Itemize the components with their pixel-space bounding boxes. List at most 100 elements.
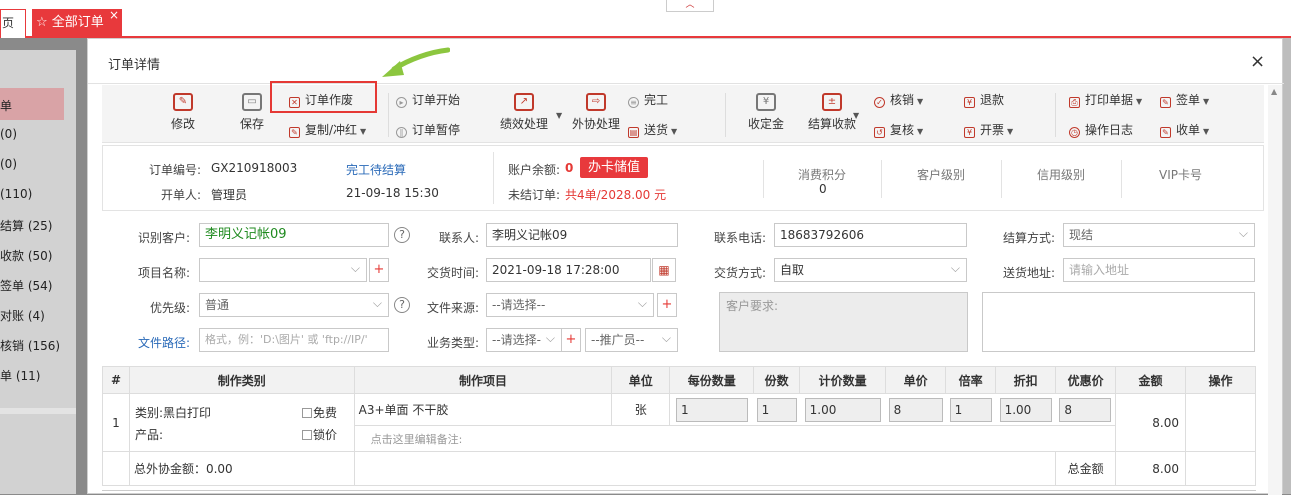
sidebar-item[interactable]: 对账 (4) — [0, 307, 45, 324]
calc-qty-input[interactable]: 1.00 — [804, 397, 881, 422]
outsource-button[interactable]: ⇨ 外协处理 — [566, 93, 626, 132]
recheck-button[interactable]: ↺ 复核 ▼ — [874, 121, 923, 138]
close-icon[interactable]: × — [1250, 51, 1265, 72]
discount-cell[interactable]: 1.00 — [995, 393, 1056, 426]
address-label: 送货地址: — [1003, 266, 1056, 280]
sidebar-item[interactable]: 核销 (156) — [0, 337, 60, 354]
add-source-button[interactable]: + — [657, 293, 677, 317]
delivery-time-input[interactable]: 2021-09-18 17:28:00 — [486, 258, 651, 282]
item-cell[interactable]: A3+单面 不干胶 — [353, 393, 613, 426]
lock-price-label: 锁价 — [312, 428, 337, 442]
action-cell[interactable] — [1185, 393, 1256, 452]
sidebar-item[interactable]: 收款 (50) — [0, 247, 52, 264]
project-select[interactable] — [199, 258, 367, 282]
scrollbar[interactable]: ▲ — [1268, 85, 1282, 495]
per-qty-input[interactable]: 1 — [675, 397, 748, 422]
collapse-up-icon[interactable]: ︿ — [666, 0, 714, 12]
sidebar-item[interactable]: 单 — [0, 97, 12, 114]
card-recharge-button[interactable]: 办卡储值 — [580, 157, 649, 178]
settle-dropdown[interactable]: ▼ — [850, 107, 859, 121]
sidebar-item[interactable]: (0) — [0, 157, 17, 171]
refund-button[interactable]: ¥ 退款 — [964, 91, 1004, 108]
file-path-input[interactable]: 格式，例：'D:\图片' 或 'ftp://IP/' — [199, 328, 389, 352]
modify-button[interactable]: ✎ 修改 — [163, 93, 203, 132]
copies-input[interactable]: 1 — [756, 397, 797, 422]
contact-input[interactable]: 李明义记帐09 — [486, 223, 678, 247]
table-row: 1 类别:黑白打印 产品: 免费 锁价 A3+单面 不干胶 张 1 1 1.00… — [102, 393, 1256, 452]
settle-method-select[interactable]: 现结 — [1063, 223, 1255, 247]
tab-label: 全部订单 — [51, 15, 104, 30]
priority-select[interactable]: 普通 — [199, 293, 389, 317]
customer-requirements[interactable]: 客户要求: — [719, 292, 968, 352]
deliver-button[interactable]: ▤ 送货 ▼ — [628, 121, 677, 138]
offer-cell[interactable]: 8 — [1055, 393, 1116, 426]
note-cell[interactable]: 点击这里编辑备注: — [353, 425, 1117, 452]
category-cell[interactable]: 类别:黑白打印 产品: 免费 锁价 — [128, 393, 355, 452]
verify-button[interactable]: ✓ 核销 ▼ — [874, 91, 923, 108]
oplog-button[interactable]: ◷ 操作日志 — [1069, 121, 1133, 138]
tab-all-orders[interactable]: ☆ 全部订单 × — [32, 8, 122, 38]
copies-cell[interactable]: 1 — [753, 393, 800, 426]
calendar-icon[interactable]: ▦ — [652, 258, 676, 282]
print-button[interactable]: ⎙ 打印单据 ▼ — [1069, 91, 1142, 108]
free-label: 免费 — [312, 406, 337, 420]
collect-icon: ✎ — [1160, 127, 1171, 138]
price-cell[interactable]: 8 — [885, 393, 946, 426]
sidebar-item[interactable]: 单 (11) — [0, 367, 40, 384]
add-project-button[interactable]: + — [369, 258, 389, 282]
calc-qty-cell[interactable]: 1.00 — [799, 393, 886, 426]
deposit-button[interactable]: ¥ 收定金 — [746, 93, 786, 132]
sidebar-item[interactable]: 签单 (54) — [0, 277, 52, 294]
sidebar-item[interactable]: (110) — [0, 187, 32, 201]
performance-button[interactable]: ↗ 绩效处理 — [494, 93, 554, 132]
save-button[interactable]: ▭ 保存 — [232, 93, 272, 132]
free-checkbox[interactable]: 免费 — [301, 404, 337, 421]
divider — [763, 160, 764, 198]
col-header: 制作项目 — [353, 366, 613, 394]
sidebar-item[interactable]: (0) — [0, 127, 17, 141]
rate-cell[interactable]: 1 — [945, 393, 996, 426]
sign-icon: ✎ — [1160, 97, 1171, 108]
performance-dropdown[interactable]: ▼ — [553, 107, 562, 121]
per-qty-cell[interactable]: 1 — [669, 393, 754, 426]
delivery-mode-select[interactable]: 自取 — [774, 258, 967, 282]
order-start-button[interactable]: ▸ 订单开始 — [396, 91, 460, 108]
finish-button[interactable]: ≡ 完工 — [628, 91, 668, 108]
copy-red-button[interactable]: ✎ 复制/冲红 ▼ — [289, 121, 366, 138]
file-source-select[interactable]: --请选择-- — [486, 293, 654, 317]
promoter-select[interactable]: --推广员-- — [585, 328, 678, 352]
order-no-label: 订单编号: — [149, 163, 202, 177]
order-pause-button[interactable]: ∥ 订单暂停 — [396, 121, 460, 138]
invoice-button[interactable]: ¥ 开票 ▼ — [964, 121, 1013, 138]
collect-label: 收单 — [1176, 123, 1201, 137]
scroll-up-icon[interactable]: ▲ — [1271, 87, 1277, 96]
customer-input[interactable]: 李明义记帐09 — [199, 223, 389, 247]
sign-button[interactable]: ✎ 签单 ▼ — [1160, 91, 1209, 108]
help-icon[interactable]: ? — [394, 227, 410, 243]
vip-card-label: VIP卡号 — [1159, 168, 1202, 182]
add-business-type-button[interactable]: + — [561, 328, 581, 352]
collect-button[interactable]: ✎ 收单 ▼ — [1160, 121, 1209, 138]
chevron-down-icon: ▼ — [917, 127, 924, 136]
product-text: 产品: — [134, 428, 164, 442]
file-path-label[interactable]: 文件路径: — [138, 334, 190, 351]
tab-home[interactable]: 页 — [0, 9, 26, 38]
price-input[interactable]: 8 — [888, 397, 943, 422]
lock-price-checkbox[interactable]: 锁价 — [301, 426, 337, 443]
chevron-down-icon: ▼ — [360, 127, 367, 136]
discount-input[interactable]: 1.00 — [999, 397, 1052, 422]
col-header: 制作类别 — [128, 366, 355, 394]
balance-value: 0 — [565, 161, 574, 175]
remarks-textarea[interactable] — [982, 292, 1255, 352]
divider — [1055, 93, 1056, 137]
offer-input[interactable]: 8 — [1059, 397, 1112, 422]
col-header: 份数 — [753, 366, 801, 394]
phone-input[interactable]: 18683792606 — [774, 223, 967, 247]
tab-bar — [0, 0, 1291, 38]
help-icon[interactable]: ? — [394, 297, 410, 313]
tab-close-icon[interactable]: × — [109, 1, 119, 29]
address-input[interactable]: 请输入地址 — [1063, 258, 1255, 282]
sidebar-item[interactable]: 结算 (25) — [0, 217, 52, 234]
business-type-select[interactable]: --请选择- — [486, 328, 562, 352]
rate-input[interactable]: 1 — [949, 397, 992, 422]
